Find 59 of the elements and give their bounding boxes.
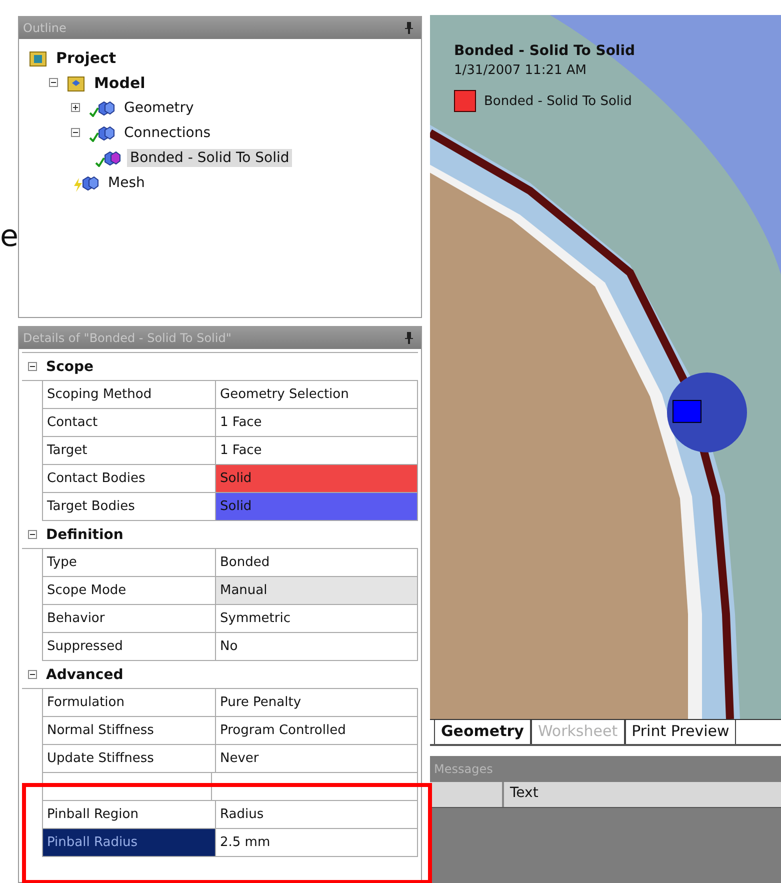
property-name[interactable]: Pinball Region [43, 801, 216, 828]
property-value[interactable]: Symmetric [216, 605, 418, 632]
property-name[interactable]: Update Stiffness [43, 745, 216, 772]
property-name[interactable]: Type [43, 549, 216, 576]
column-header[interactable]: Text [504, 782, 544, 807]
property-value[interactable]: Solid [216, 493, 418, 520]
collapse-icon[interactable] [49, 78, 61, 87]
property-value[interactable]: Radius [216, 801, 418, 828]
model-icon [67, 74, 85, 92]
property-name[interactable]: Scoping Method [43, 381, 216, 408]
property-value[interactable]: Never [216, 745, 418, 772]
property-name[interactable]: Pinball Radius [43, 829, 216, 856]
tree-item[interactable]: Model [91, 72, 148, 92]
property-name[interactable]: Suppressed [43, 633, 216, 660]
collapse-icon[interactable] [71, 128, 83, 137]
property-value[interactable]: Geometry Selection [216, 381, 418, 408]
property-name[interactable]: Behavior [43, 605, 216, 632]
cube-icon [81, 174, 99, 190]
timestamp: 1/31/2007 11:21 AM [454, 63, 588, 78]
tree-item[interactable]: Connections [121, 124, 214, 142]
tree-item[interactable]: Mesh [105, 174, 148, 192]
tree-item[interactable]: Geometry [121, 98, 197, 116]
property-value[interactable]: Pure Penalty [216, 689, 418, 716]
check-icon [89, 132, 99, 142]
property-value[interactable]: Manual [216, 577, 418, 604]
property-value[interactable]: Program Controlled [216, 717, 418, 744]
cube-icon [103, 150, 121, 166]
cube-icon [97, 124, 115, 140]
view-tab[interactable]: Geometry [434, 720, 531, 744]
edge-text: e [0, 222, 18, 252]
group-heading: Definition [45, 526, 124, 542]
property-name[interactable]: Contact [43, 409, 216, 436]
property-value[interactable]: 2.5 mm [216, 829, 418, 856]
expand-icon[interactable] [71, 103, 83, 112]
check-icon [95, 157, 105, 167]
panel-title: Outline [23, 21, 66, 35]
view-tab[interactable]: Print Preview [624, 720, 736, 744]
property-value[interactable]: 1 Face [216, 437, 418, 464]
property-name[interactable]: Formulation [43, 689, 216, 716]
property-value[interactable]: No [216, 633, 418, 660]
property-value[interactable]: 1 Face [216, 409, 418, 436]
legend-label: Bonded - Solid To Solid [484, 94, 632, 108]
tree-item[interactable]: Project [53, 48, 120, 68]
folder-icon [29, 48, 47, 66]
pin-icon[interactable] [405, 332, 413, 344]
tree-item[interactable]: Bonded - Solid To Solid [127, 148, 292, 166]
pin-icon[interactable] [405, 22, 413, 34]
property-name[interactable]: Normal Stiffness [43, 717, 216, 744]
panel-title: Details of "Bonded - Solid To Solid" [23, 331, 232, 345]
view-title: Bonded - Solid To Solid [454, 43, 636, 59]
cube-icon [97, 100, 115, 116]
group-heading: Scope [45, 358, 94, 374]
check-icon [89, 107, 99, 117]
property-value[interactable]: Bonded [216, 549, 418, 576]
panel-title: Messages [434, 762, 493, 776]
property-value[interactable]: Solid [216, 465, 418, 492]
lightning-icon [73, 178, 83, 192]
property-name[interactable]: Target [43, 437, 216, 464]
group-heading: Advanced [45, 666, 124, 682]
